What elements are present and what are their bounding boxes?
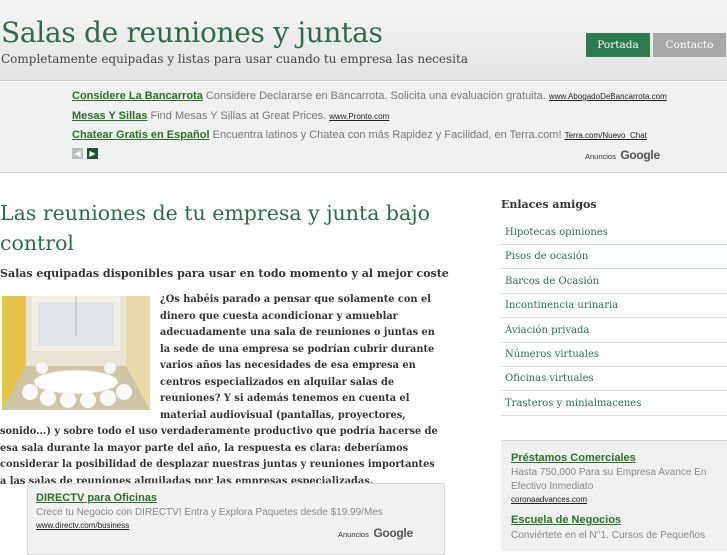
chevron-left-icon[interactable]: ◀	[72, 148, 83, 159]
sidebar-link[interactable]: Números virtuales	[501, 344, 727, 367]
google-logo: Google	[620, 148, 660, 162]
ad-title-link[interactable]: Chatear Gratis en Español	[72, 129, 210, 141]
ad-title-link[interactable]: Escuela de Negocios	[511, 514, 621, 526]
nav-contacto[interactable]: Contacto	[653, 33, 726, 57]
ad-text: Hasta 750,000 Para su Empresa Avance En …	[511, 467, 707, 492]
bottom-ad-block: DIRECTV para Oficinas Crece tu Negocio c…	[27, 483, 445, 555]
ad-title-link[interactable]: DIRECTV para Oficinas	[36, 492, 157, 504]
chevron-right-icon[interactable]: ▶	[87, 148, 98, 159]
ad-text: Encuentra latinos y Chatea con más Rapid…	[212, 129, 562, 141]
ad-title-link[interactable]: Considere La Bancarrota	[72, 90, 203, 102]
ads-by-label: Anuncios	[338, 530, 369, 539]
sidebar-link[interactable]: Trasteros y minialmacenes	[501, 393, 727, 416]
sidebar-link[interactable]: Oficinas virtuales	[501, 368, 727, 392]
google-logo: Google	[373, 526, 413, 540]
sidebar-ad-block: Préstamos Comerciales Hasta 750,000 Para…	[501, 440, 727, 551]
site-subtitle: Completamente equipadas y listas para us…	[1, 52, 468, 66]
sidebar-link[interactable]: Barcos de Ocasión	[501, 271, 727, 294]
ad-url-link[interactable]: www.AbogadoDeBancarrota.com	[549, 92, 667, 101]
ad-item: Chatear Gratis en Español Encuentra lati…	[72, 129, 647, 141]
page-subtitle: Salas equipadas disponibles para usar en…	[0, 267, 449, 280]
sidebar-heading: Enlaces amigos	[501, 198, 597, 211]
nav-portada[interactable]: Portada	[586, 33, 650, 57]
sidebar-link[interactable]: Hipotecas opiniones	[501, 222, 727, 245]
ad-text: Crece tu Negocio con DIRECTV! Entra y Ex…	[36, 507, 383, 518]
ad-text: Conviértete en el N°1. Cursos de Pequeño…	[511, 530, 706, 541]
ads-by-label: Anuncios	[585, 152, 616, 161]
ad-item: Considere La Bancarrota Considere Declar…	[72, 90, 667, 102]
sidebar-link[interactable]: Aviación privada	[501, 320, 727, 343]
sidebar-link[interactable]: Incontinencia urinaria	[501, 295, 727, 319]
site-title[interactable]: Salas de reuniones y juntas	[1, 16, 383, 49]
ads-by-google[interactable]: Anuncios Google	[338, 524, 413, 542]
ad-title-link[interactable]: Mesas Y Sillas	[72, 110, 147, 122]
image-spacer	[0, 292, 160, 412]
ad-url-link[interactable]: coronaadvances.com	[511, 495, 587, 504]
site-header: Salas de reuniones y juntas Completament…	[0, 0, 727, 81]
ad-item: Mesas Y Sillas Find Mesas Y Sillas at Gr…	[72, 110, 389, 122]
sidebar-links: Hipotecas opiniones Pisos de ocasión Bar…	[501, 222, 727, 417]
ad-text: Find Mesas Y Sillas at Great Prices.	[150, 110, 327, 122]
ads-by-google[interactable]: Anuncios Google	[585, 146, 660, 164]
article-body: ¿Os habéis parado a pensar que solamente…	[0, 292, 444, 490]
sidebar-link[interactable]: Pisos de ocasión	[501, 246, 727, 270]
ad-url-link[interactable]: www.directv.com/business	[36, 521, 129, 530]
ad-text: Considere Declararse en Bancarrota. Soli…	[205, 90, 546, 102]
ad-url-link[interactable]: Terra.com/Nuevo_Chat	[565, 131, 647, 140]
page-title: Las reuniones de tu empresa y junta bajo…	[0, 201, 430, 255]
ad-url-link[interactable]: www.Pronto.com	[329, 112, 389, 121]
ad-title-link[interactable]: Préstamos Comerciales	[511, 452, 636, 464]
top-ad-block: Considere La Bancarrota Considere Declar…	[0, 82, 727, 173]
